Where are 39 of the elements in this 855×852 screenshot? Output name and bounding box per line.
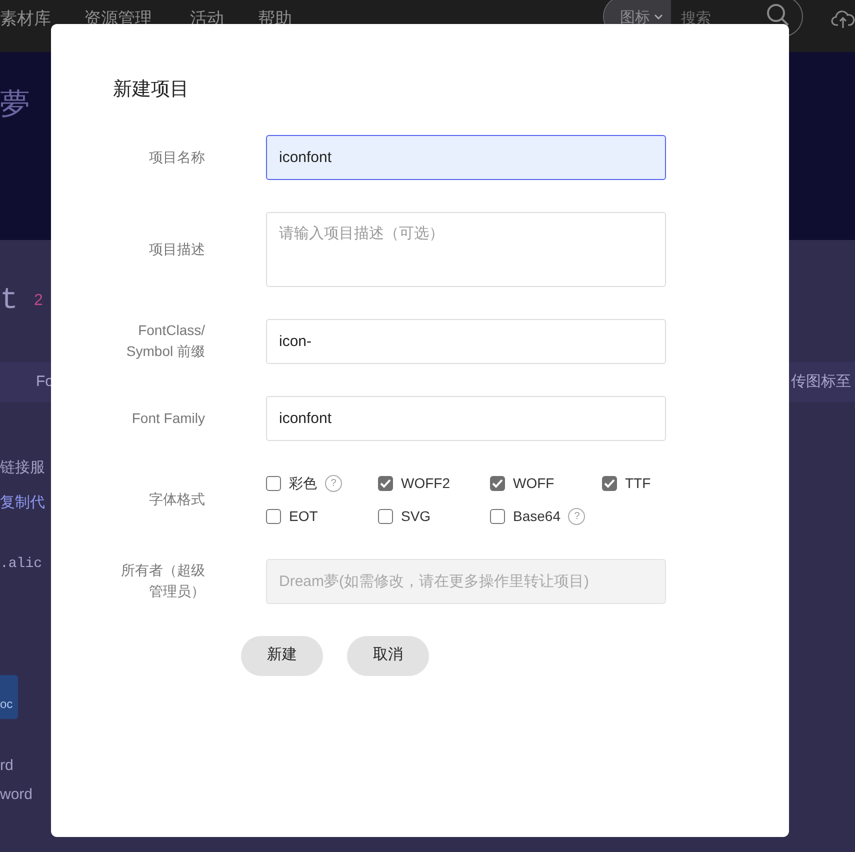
field-label: Font Family [130, 408, 205, 428]
file-icon: oc [0, 675, 18, 719]
body-text: 链接服 [0, 458, 45, 478]
checkbox[interactable] [602, 476, 617, 490]
upload-link[interactable]: 传图标至 [791, 370, 851, 394]
checkbox[interactable] [266, 508, 281, 524]
body-text: word [0, 784, 33, 804]
dialog-button[interactable]: 取消 [347, 636, 429, 676]
checkbox-label: WOFF2 [401, 474, 450, 492]
code-text: .alic [0, 555, 42, 574]
chevron-down-icon [654, 14, 663, 20]
checkbox[interactable] [490, 508, 505, 524]
search-icon[interactable] [766, 3, 790, 27]
textarea-input[interactable]: 请输入项目描述（可选） [279, 222, 653, 286]
logo-text: 夢 [0, 87, 30, 123]
field-label: 项目描述 [148, 240, 205, 258]
dialog-button[interactable]: 新建 [241, 636, 323, 676]
checkbox-label: WOFF [513, 474, 554, 492]
checkbox-label: TTF [625, 474, 651, 492]
link-text[interactable]: 复制代 [0, 492, 45, 514]
nav-link[interactable]: 素材库 [0, 6, 51, 52]
checkbox[interactable] [378, 508, 393, 524]
category-label: 图标 [620, 8, 650, 28]
checkbox-label: Base64 [513, 506, 560, 526]
checkbox-label: EOT [289, 506, 318, 526]
project-title: t [0, 282, 18, 320]
textarea-field[interactable]: 请输入项目描述（可选） [266, 212, 666, 286]
field-label: 字体格式 [148, 490, 205, 509]
checkbox[interactable] [490, 476, 505, 490]
checkbox[interactable] [378, 476, 393, 490]
field-label: 项目名称 [148, 148, 205, 166]
dialog-title: 新建项目 [113, 78, 190, 102]
checkbox-label: 彩色 [289, 474, 317, 492]
body-text: rd [0, 756, 14, 776]
field-label: 所有者（超级管理员） [120, 561, 205, 601]
checkbox[interactable] [266, 476, 281, 490]
checkbox-label: SVG [401, 506, 431, 526]
field-label: FontClass/ Symbol 前缀 [125, 321, 205, 361]
project-count: 2 [34, 291, 43, 311]
